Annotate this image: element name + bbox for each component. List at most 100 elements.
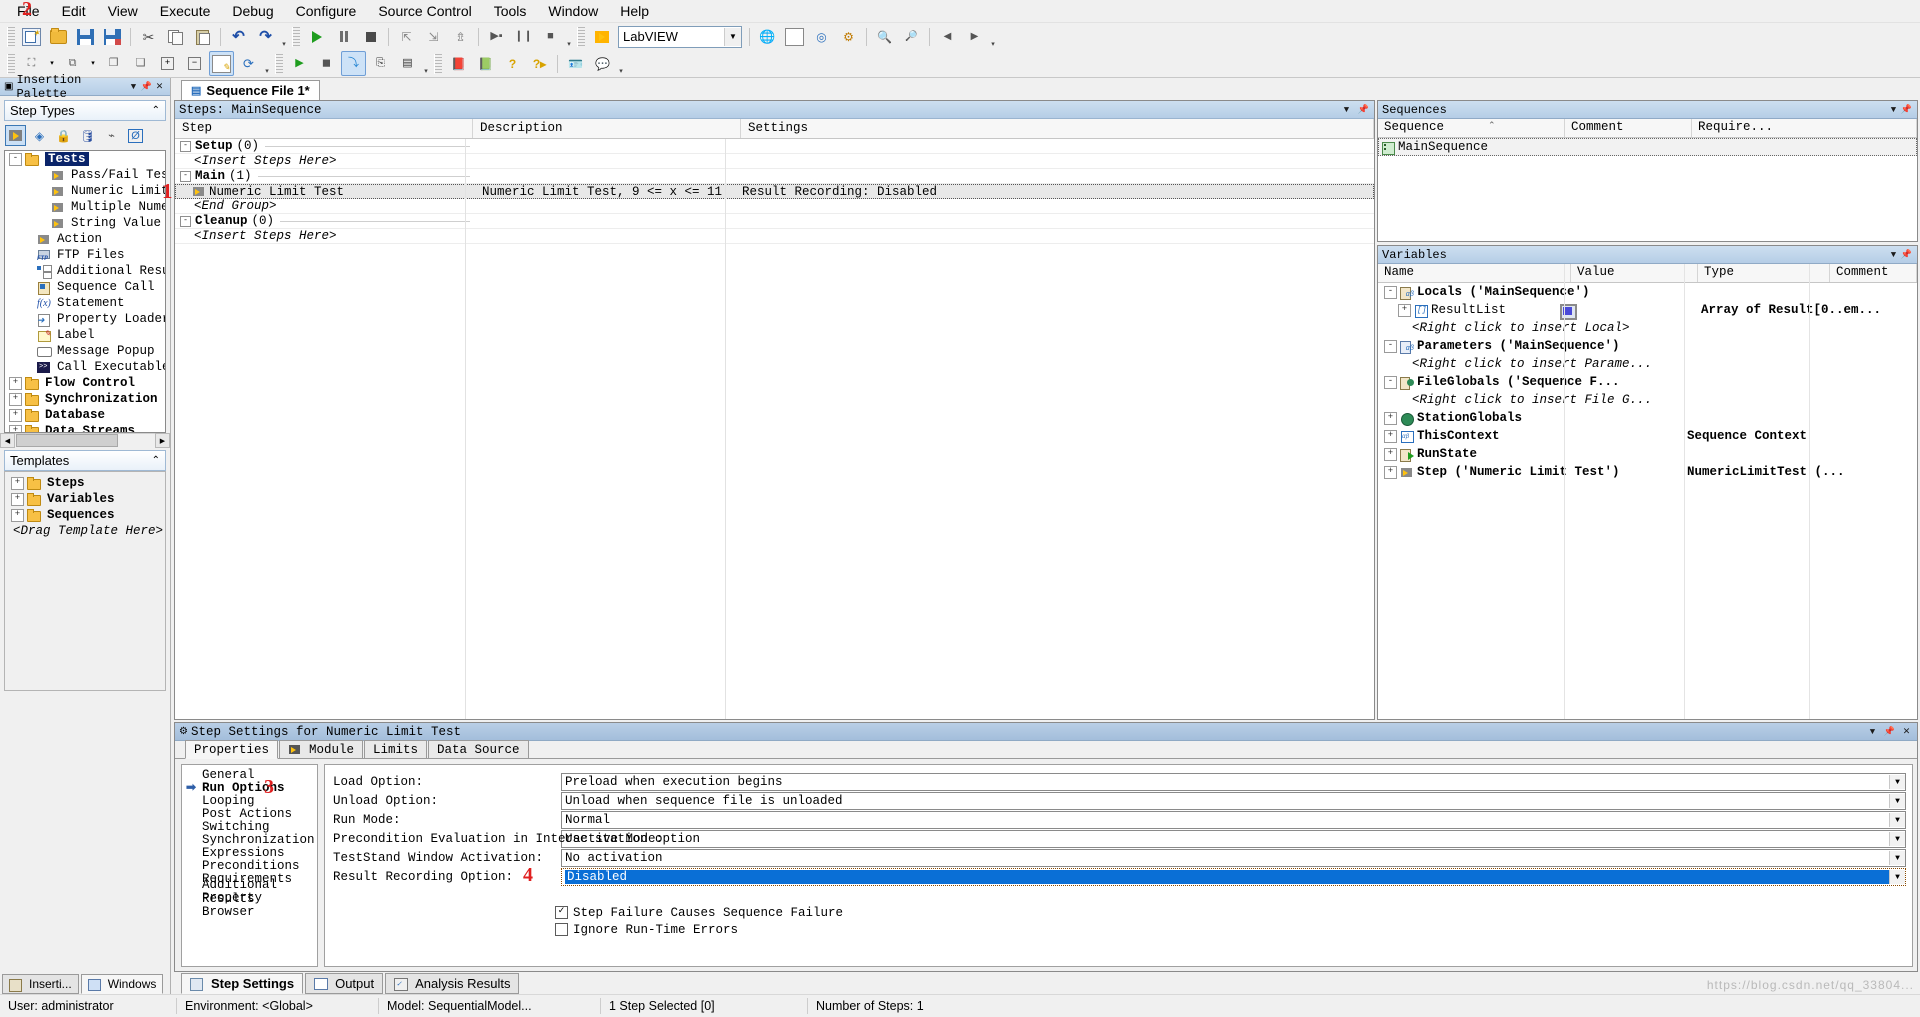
expand-all-button[interactable]: + — [155, 51, 180, 76]
navigate-forward-button[interactable]: ▶ — [962, 24, 987, 49]
collapse-icon[interactable]: - — [1384, 340, 1397, 353]
variable-row[interactable]: +StationGlobals — [1378, 409, 1917, 427]
align-button[interactable]: ⛶ — [19, 51, 44, 76]
break-selected-button[interactable]: ❙❙ — [511, 24, 536, 49]
adapter-combo[interactable]: LabVIEW ▼ — [618, 26, 742, 48]
var-col-comment[interactable]: Comment — [1830, 264, 1917, 282]
step-types-tree[interactable]: -TestsPass/Fail TestNumeric Limit TestMu… — [4, 150, 166, 433]
step-row[interactable]: -Setup (0) — [175, 139, 1374, 154]
variable-row[interactable]: -αβParameters ('MainSequence') — [1378, 337, 1917, 355]
step-over-button[interactable]: ⇲ — [421, 24, 446, 49]
scroll-left-icon[interactable]: ◀ — [0, 433, 15, 448]
pin-icon[interactable]: 📌 — [140, 80, 153, 93]
toolbar-overflow-4[interactable]: ▾ — [262, 53, 272, 75]
save-button[interactable] — [73, 24, 98, 49]
variables-menu-icon[interactable]: ▼ — [1887, 248, 1900, 261]
expand-icon[interactable]: + — [11, 493, 24, 506]
menu-item-configure[interactable]: Configure — [285, 1, 368, 21]
adapter-icon-button[interactable] — [589, 24, 614, 49]
database-button[interactable]: ◎ — [809, 24, 834, 49]
menu-item-view[interactable]: View — [97, 1, 149, 21]
column-header-description[interactable]: Description — [473, 119, 741, 138]
breakpoints-list-button[interactable]: ▤ — [395, 51, 420, 76]
run-selected-steps-button[interactable]: ▶▪ — [484, 24, 509, 49]
menu-item-window[interactable]: Window — [537, 1, 609, 21]
step-type-item-label[interactable]: ✎Label — [5, 327, 165, 343]
align-dropdown[interactable]: ▾ — [46, 51, 58, 76]
step-settings-tab-module[interactable]: Module — [279, 740, 363, 759]
menu-item-help[interactable]: Help — [609, 1, 660, 21]
step-settings-tab-limits[interactable]: Limits — [364, 740, 427, 759]
panel-menu-icon[interactable]: ▼ — [127, 80, 140, 93]
steps-pane-pin-icon[interactable]: 📌 — [1357, 103, 1370, 116]
steps-pane-menu-icon[interactable]: ▼ — [1340, 103, 1353, 116]
ni-help-button[interactable]: ?▸ — [527, 51, 552, 76]
field-combobox[interactable]: Unload when sequence file is unloaded▼ — [561, 792, 1906, 810]
find-next-button[interactable]: 🔎 — [899, 24, 924, 49]
step-type-item-tests[interactable]: -Tests — [5, 151, 165, 167]
toolbar-grip-5[interactable] — [275, 54, 283, 74]
array-view-icon[interactable] — [1560, 304, 1577, 320]
chevron-down-icon[interactable]: ▼ — [724, 28, 741, 46]
collapse-icon[interactable]: - — [180, 171, 191, 182]
variable-row[interactable]: <Right click to insert Parame... — [1378, 355, 1917, 373]
field-combobox[interactable]: Use station option▼ — [561, 830, 1906, 848]
template-item-sequences[interactable]: +Sequences — [5, 507, 165, 523]
tools-button[interactable]: ⚙ — [836, 24, 861, 49]
navigate-back-button[interactable]: ◀ — [935, 24, 960, 49]
settings-category-list[interactable]: General➡Run Options3LoopingPost ActionsS… — [181, 764, 318, 967]
menu-item-execute[interactable]: Execute — [149, 1, 222, 21]
step-settings-menu-icon[interactable]: ▼ — [1866, 725, 1879, 738]
toolbar-grip-3[interactable] — [577, 27, 585, 47]
step-type-item-property-loader[interactable]: ➜Property Loader — [5, 311, 165, 327]
step-type-item-string-value-test[interactable]: String Value Test — [5, 215, 165, 231]
checkbox[interactable]: ✓ — [555, 906, 568, 919]
scroll-right-icon[interactable]: ▶ — [155, 433, 170, 448]
edit-mode-button[interactable]: ✎ — [209, 51, 234, 76]
scroll-thumb[interactable] — [16, 434, 118, 447]
insert-steps-hint[interactable]: <Insert Steps Here> — [194, 229, 337, 243]
expand-icon[interactable]: + — [9, 377, 22, 390]
expand-icon[interactable]: + — [9, 409, 22, 422]
settings-category-property-browser[interactable]: Property Browser — [182, 898, 317, 911]
variables-rows[interactable]: -αβLocals ('MainSequence')+[]ResultListA… — [1378, 283, 1917, 719]
examples-button[interactable]: 📗 — [473, 51, 498, 76]
variable-row[interactable]: -FileGlobals ('Sequence F... — [1378, 373, 1917, 391]
toolbar-overflow-5[interactable]: ▾ — [421, 53, 431, 75]
chevron-down-icon[interactable]: ▼ — [1889, 851, 1905, 865]
settings-category-switching[interactable]: Switching — [182, 820, 317, 833]
checkbox-row[interactable]: ✓Step Failure Causes Sequence Failure — [555, 904, 1906, 921]
step-row[interactable]: <End Group> — [175, 199, 1374, 214]
template-item-steps[interactable]: +Steps — [5, 475, 165, 491]
dock-tab-windows[interactable]: Windows — [81, 974, 164, 994]
step-out-button[interactable]: ⇯ — [448, 24, 473, 49]
step-type-item-call-executable[interactable]: >>Call Executable — [5, 359, 165, 375]
expand-icon[interactable]: + — [9, 425, 22, 434]
expand-icon[interactable]: + — [1384, 448, 1397, 461]
document-tab[interactable]: ▤ Sequence File 1* — [181, 80, 320, 100]
step-type-item-multiple-numeric-limi[interactable]: Multiple Numeric Limi — [5, 199, 165, 215]
variable-row[interactable]: +RunState — [1378, 445, 1917, 463]
step-settings-close-icon[interactable]: ✕ — [1900, 725, 1913, 738]
variable-row[interactable]: <Right click to insert Local> — [1378, 319, 1917, 337]
expand-icon[interactable]: + — [1384, 430, 1397, 443]
field-combobox[interactable]: Disabled▼ — [561, 868, 1906, 886]
chevron-down-icon[interactable]: ▼ — [1889, 813, 1905, 827]
labview-utility-icon[interactable]: Ø — [125, 125, 146, 146]
ivi-icon[interactable]: ⌁ — [101, 125, 122, 146]
step-type-item-numeric-limit-test[interactable]: Numeric Limit Test — [5, 183, 165, 199]
cut-button[interactable]: ✂ — [136, 24, 161, 49]
settings-category-looping[interactable]: Looping — [182, 794, 317, 807]
find-button[interactable]: 🔍 — [872, 24, 897, 49]
expand-icon[interactable]: + — [11, 477, 24, 490]
toolbar-overflow-3[interactable]: ▾ — [988, 26, 998, 48]
column-header-step[interactable]: Step — [175, 119, 473, 138]
menu-item-edit[interactable]: Edit — [51, 1, 97, 21]
variable-row[interactable]: +αβThisContextSequence Context — [1378, 427, 1917, 445]
var-col-type[interactable]: Type — [1698, 264, 1830, 282]
collapse-icon[interactable]: - — [1384, 376, 1397, 389]
pause-button[interactable] — [331, 24, 356, 49]
settings-category-general[interactable]: General — [182, 768, 317, 781]
bottom-tab-step-settings[interactable]: Step Settings — [181, 973, 303, 994]
seq-col-sequence[interactable]: Sequence — [1378, 119, 1565, 137]
